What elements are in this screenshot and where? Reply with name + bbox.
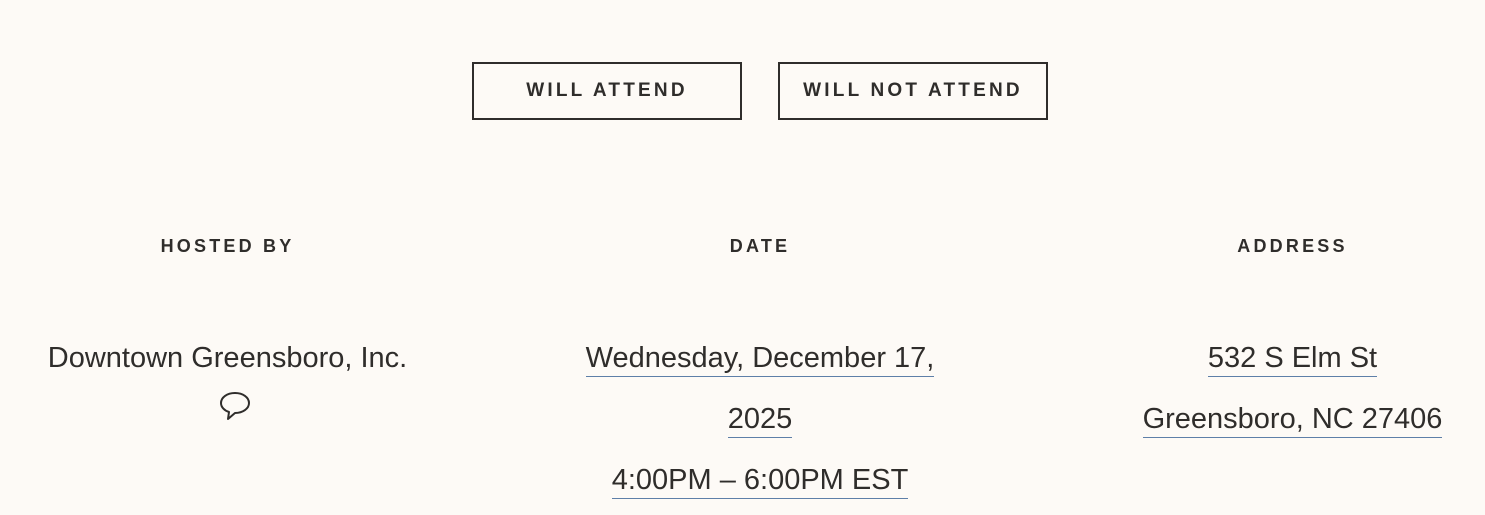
address-details: 532 S Elm St Greensboro, NC 27406 (1100, 332, 1485, 454)
date-label: DATE (729, 236, 791, 256)
date-details: Wednesday, December 17, 2025 4:00PM – 6:… (510, 332, 1010, 515)
address-section: ADDRESS 532 S Elm St Greensboro, NC 2740… (1100, 234, 1485, 454)
hosted-by-label: HOSTED BY (160, 236, 295, 256)
hosted-by-section: HOSTED BY Downtown Greensboro, Inc. (0, 234, 455, 427)
address-label: ADDRESS (1237, 236, 1348, 256)
date-link-line2[interactable]: 2025 (727, 403, 793, 438)
host-details: Downtown Greensboro, Inc. (0, 332, 455, 427)
host-name: Downtown Greensboro, Inc. (47, 342, 408, 374)
time-link[interactable]: 4:00PM – 6:00PM EST (611, 464, 909, 499)
address-city-link[interactable]: Greensboro, NC 27406 (1142, 403, 1443, 438)
chat-bubble-icon[interactable] (218, 390, 252, 422)
date-section: DATE Wednesday, December 17, 2025 4:00PM… (510, 234, 1010, 515)
date-link-line1[interactable]: Wednesday, December 17, (585, 342, 935, 377)
chat-bubble-icon-graphic (219, 392, 250, 420)
will-attend-button[interactable]: WILL ATTEND (472, 62, 742, 120)
address-street-link[interactable]: 532 S Elm St (1207, 342, 1378, 377)
will-not-attend-button[interactable]: WILL NOT ATTEND (778, 62, 1048, 120)
